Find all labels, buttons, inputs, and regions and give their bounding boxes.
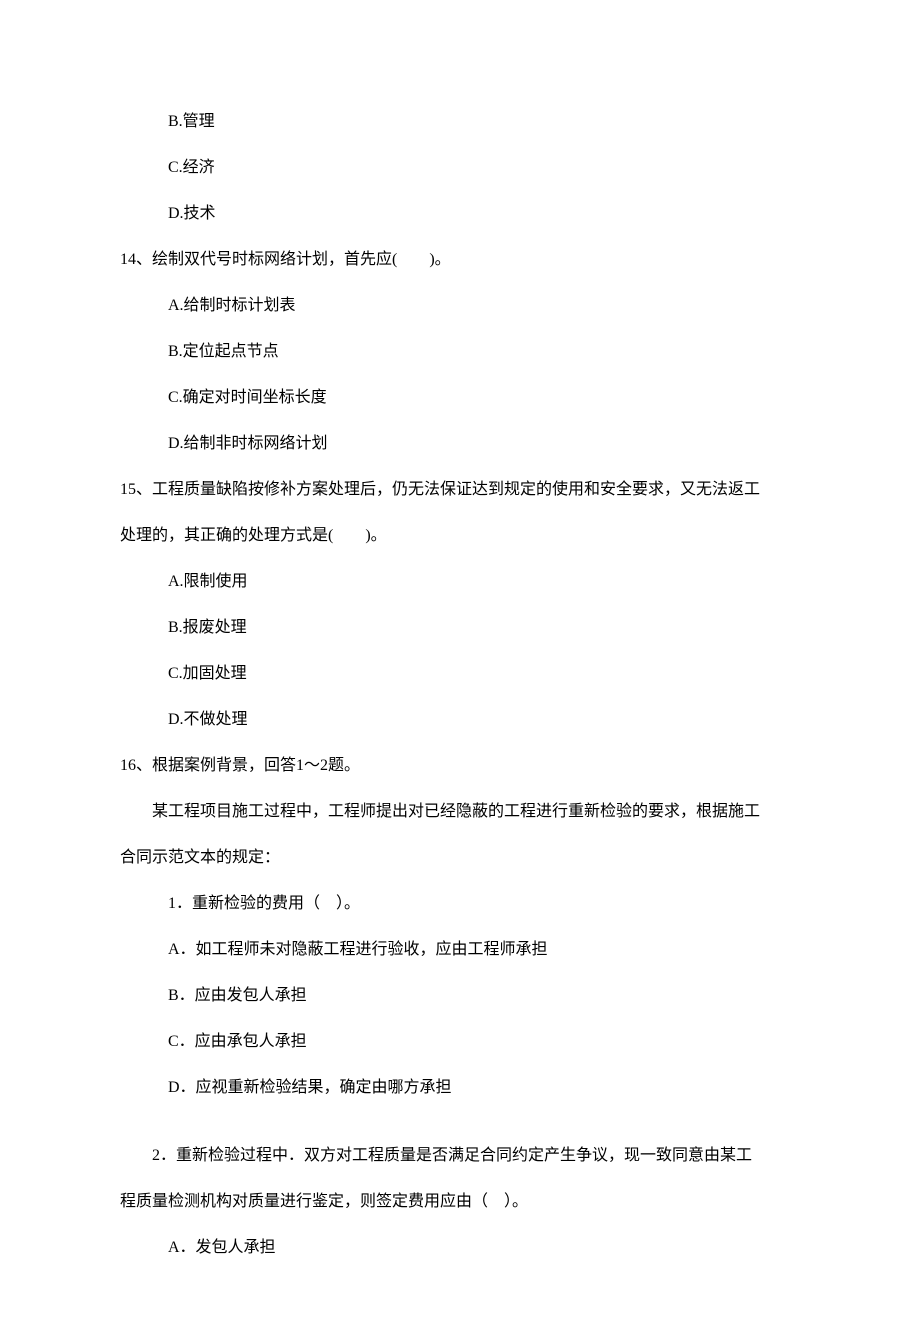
q15-option-c: C.加固处理 bbox=[168, 662, 800, 686]
q14-stem: 14、绘制双代号时标网络计划，首先应( )。 bbox=[120, 248, 800, 272]
q14-option-d: D.给制非时标网络计划 bbox=[168, 432, 800, 456]
q13-option-d: D.技术 bbox=[168, 202, 800, 226]
q13-option-b: B.管理 bbox=[168, 110, 800, 134]
q15-option-d: D.不做处理 bbox=[168, 708, 800, 732]
spacer bbox=[120, 1122, 800, 1144]
q13-option-c: C.经济 bbox=[168, 156, 800, 180]
q16-sub2-stem-line1: 2．重新检验过程中．双方对工程质量是否满足合同约定产生争议，现一致同意由某工 bbox=[120, 1144, 800, 1168]
q16-background-line2: 合同示范文本的规定： bbox=[120, 846, 800, 870]
document-page: B.管理 C.经济 D.技术 14、绘制双代号时标网络计划，首先应( )。 A.… bbox=[0, 0, 920, 1342]
q16-sub1-stem: 1．重新检验的费用（ ）。 bbox=[168, 892, 800, 916]
q15-stem-line2: 处理的，其正确的处理方式是( )。 bbox=[120, 524, 800, 548]
q16-sub1-option-b: B．应由发包人承担 bbox=[168, 984, 800, 1008]
q16-sub2-stem-line2: 程质量检测机构对质量进行鉴定，则签定费用应由（ ）。 bbox=[120, 1190, 800, 1214]
q16-stem: 16、根据案例背景，回答1～2题。 bbox=[120, 754, 800, 778]
q16-sub1-option-d: D．应视重新检验结果，确定由哪方承担 bbox=[168, 1076, 800, 1100]
q15-stem-line1: 15、工程质量缺陷按修补方案处理后，仍无法保证达到规定的使用和安全要求，又无法返… bbox=[120, 478, 800, 502]
q14-option-c: C.确定对时间坐标长度 bbox=[168, 386, 800, 410]
q15-option-b: B.报废处理 bbox=[168, 616, 800, 640]
q16-sub1-option-c: C．应由承包人承担 bbox=[168, 1030, 800, 1054]
q16-background-line1: 某工程项目施工过程中，工程师提出对已经隐蔽的工程进行重新检验的要求，根据施工 bbox=[120, 800, 800, 824]
q14-option-b: B.定位起点节点 bbox=[168, 340, 800, 364]
q15-option-a: A.限制使用 bbox=[168, 570, 800, 594]
q14-option-a: A.给制时标计划表 bbox=[168, 294, 800, 318]
q16-sub1-option-a: A．如工程师未对隐蔽工程进行验收，应由工程师承担 bbox=[168, 938, 800, 962]
q16-sub2-option-a: A．发包人承担 bbox=[168, 1236, 800, 1260]
